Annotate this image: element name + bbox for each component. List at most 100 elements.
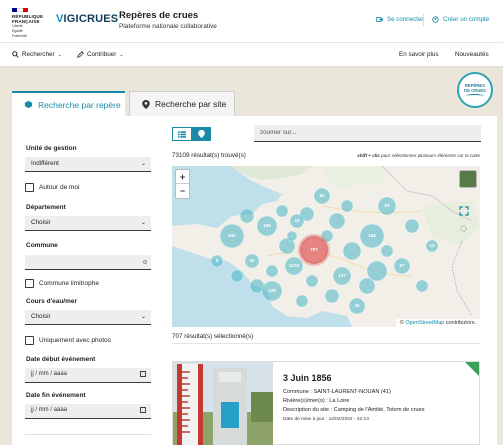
nav-more-link[interactable]: En savoir plus <box>399 51 439 58</box>
map-cluster-bubble[interactable] <box>342 241 362 261</box>
department-select[interactable]: Choisir ⌄ <box>25 216 151 231</box>
map-cluster-bubble[interactable] <box>295 294 309 308</box>
zoom-search-input[interactable]: zoomer sur... <box>254 125 481 142</box>
fullscreen-button[interactable] <box>459 206 477 224</box>
nav-news-label: Nouveautés <box>455 51 489 58</box>
photos-only-checkbox[interactable]: Uniquement avec photos <box>25 336 111 345</box>
chevron-down-icon: ⌄ <box>119 51 124 58</box>
map-cluster[interactable]: 9 <box>210 254 224 268</box>
checkbox-box[interactable] <box>25 279 34 288</box>
login-label: Se connecter <box>387 16 424 23</box>
tab-search-by-site[interactable]: Recherche par site <box>129 91 235 116</box>
multi-select-hint: shift + clic pour sélectionner plusieurs… <box>357 153 480 158</box>
card-title[interactable]: 3 Juin 1856 <box>283 373 332 383</box>
map-cluster[interactable]: 241 <box>219 223 245 249</box>
river-select[interactable]: Choisir ⌄ <box>25 310 151 325</box>
map-cluster[interactable]: 63 <box>377 196 397 216</box>
calendar-icon[interactable] <box>140 371 146 377</box>
map-cluster-bubble[interactable] <box>340 199 354 213</box>
map-cluster[interactable]: 57 <box>393 257 411 275</box>
unit-select[interactable]: Indifférent ⌄ <box>25 157 151 172</box>
reperes-de-crues-badge[interactable]: REPÈRES DE CRUES <box>457 72 493 108</box>
map-cluster[interactable]: 1276 <box>284 256 304 276</box>
osm-link[interactable]: OpenStreetMap <box>405 320 444 326</box>
map-cluster-bubble[interactable] <box>239 208 255 224</box>
flood-marker-photo[interactable] <box>173 362 273 445</box>
site-title[interactable]: Repères de crues <box>119 10 198 21</box>
map-cluster-count: 145 <box>368 233 376 238</box>
map-canvas[interactable]: 7071276241166145137129946357332519129 <box>172 166 480 327</box>
nav-news-link[interactable]: Nouveautés <box>455 51 489 58</box>
map-cluster[interactable]: 166 <box>256 215 278 237</box>
map-cluster-count: 241 <box>228 233 236 238</box>
nav-contribute-menu[interactable]: Contribuer ⌄ <box>77 51 124 58</box>
map-cluster[interactable]: 25 <box>348 297 366 315</box>
chevron-down-icon: ⌄ <box>140 161 146 167</box>
unit-label: Unité de gestion <box>26 145 77 152</box>
settings-button[interactable] <box>459 224 477 242</box>
map-cluster-bubble[interactable] <box>380 244 394 258</box>
nav-search-menu[interactable]: Rechercher ⌄ <box>12 51 62 58</box>
start-date-input[interactable]: jj / mm / aaaa <box>25 368 151 383</box>
near-me-checkbox[interactable]: Autour de moi <box>25 183 79 192</box>
satellite-layer-button[interactable] <box>459 170 477 188</box>
list-view-button[interactable] <box>172 127 192 141</box>
map-cluster[interactable]: 707 <box>298 234 330 266</box>
calendar-icon[interactable] <box>140 407 146 413</box>
map-view-button[interactable] <box>191 127 211 141</box>
user-add-icon <box>432 16 439 23</box>
map-attribution: © OpenStreetMap contributors. <box>395 319 480 327</box>
map-cluster[interactable]: 129 <box>261 280 283 302</box>
map-cluster[interactable]: 33 <box>244 253 260 269</box>
map-cluster[interactable]: 137 <box>332 266 352 286</box>
end-date-input[interactable]: jj / mm / aaaa <box>25 404 151 419</box>
gear-icon <box>460 225 467 232</box>
login-link[interactable]: Se connecter <box>376 16 423 23</box>
clusters-map[interactable]: 707 1276 241 166 145 137 129 94 63 57 33 25 19 12 9 + … <box>172 166 480 327</box>
site-subtitle: Plateforme nationale collaborative <box>119 23 217 30</box>
map-cluster[interactable]: 19 <box>289 213 305 229</box>
map-cluster-bubble[interactable] <box>305 274 319 288</box>
map-cluster-bubble[interactable] <box>358 277 376 295</box>
chevron-down-icon: ⌄ <box>140 220 146 226</box>
checkbox-box[interactable] <box>25 336 34 345</box>
map-cluster[interactable]: 145 <box>359 223 385 249</box>
republique-francaise-logo[interactable]: RÉPUBLIQUE FRANÇAISE Liberté Égalité Fra… <box>12 8 48 38</box>
map-cluster[interactable]: 94 <box>313 187 331 205</box>
photos-only-label: Uniquement avec photos <box>39 337 111 344</box>
zoom-out-button[interactable]: − <box>176 184 189 198</box>
map-cluster-bubble[interactable] <box>275 204 289 218</box>
map-cluster-bubble[interactable] <box>324 288 340 304</box>
map-cluster-bubble[interactable] <box>366 260 388 282</box>
end-date-placeholder: jj / mm / aaaa <box>31 407 68 413</box>
nav-contribute-label: Contribuer <box>87 51 117 58</box>
map-cluster-bubble[interactable] <box>415 279 429 293</box>
vigicrues-logo[interactable]: VIGICRUES <box>56 13 118 25</box>
zoom-in-button[interactable]: + <box>176 170 189 184</box>
result-card[interactable]: 3 Juin 1856 Commune : SAINT-LAURENT-NOUA… <box>172 361 480 445</box>
unit-value: Indifférent <box>31 160 59 167</box>
tab-search-by-marker[interactable]: Recherche par repère <box>12 91 125 116</box>
chevron-down-icon: ⌄ <box>140 314 146 320</box>
map-cluster[interactable]: 12 <box>425 239 439 253</box>
map-cluster-bubble[interactable] <box>230 269 244 283</box>
checkbox-box[interactable] <box>25 183 34 192</box>
map-cluster-bubble[interactable] <box>404 218 420 234</box>
commune-border-label: Commune limitrophe <box>39 280 99 287</box>
commune-border-checkbox[interactable]: Commune limitrophe <box>25 279 99 288</box>
river-value: Choisir <box>31 313 51 320</box>
selected-count: 707 résultat(s) sélectionné(s) <box>172 333 254 340</box>
map-cluster-bubble[interactable] <box>265 264 279 278</box>
map-cluster-bubble[interactable] <box>328 212 346 230</box>
commune-input[interactable] <box>25 255 151 270</box>
verified-corner-icon <box>465 362 479 376</box>
chevron-down-icon: ⌄ <box>57 51 62 58</box>
register-link[interactable]: Créer un compte <box>432 16 489 23</box>
map-cluster-bubble[interactable] <box>286 230 298 242</box>
commune-label: Commune <box>26 242 58 249</box>
flag-icon <box>12 8 28 12</box>
map-cluster-count: 166 <box>263 223 271 228</box>
flood-scale-image <box>173 362 273 445</box>
search-icon <box>12 51 19 58</box>
near-me-label: Autour de moi <box>39 184 80 191</box>
